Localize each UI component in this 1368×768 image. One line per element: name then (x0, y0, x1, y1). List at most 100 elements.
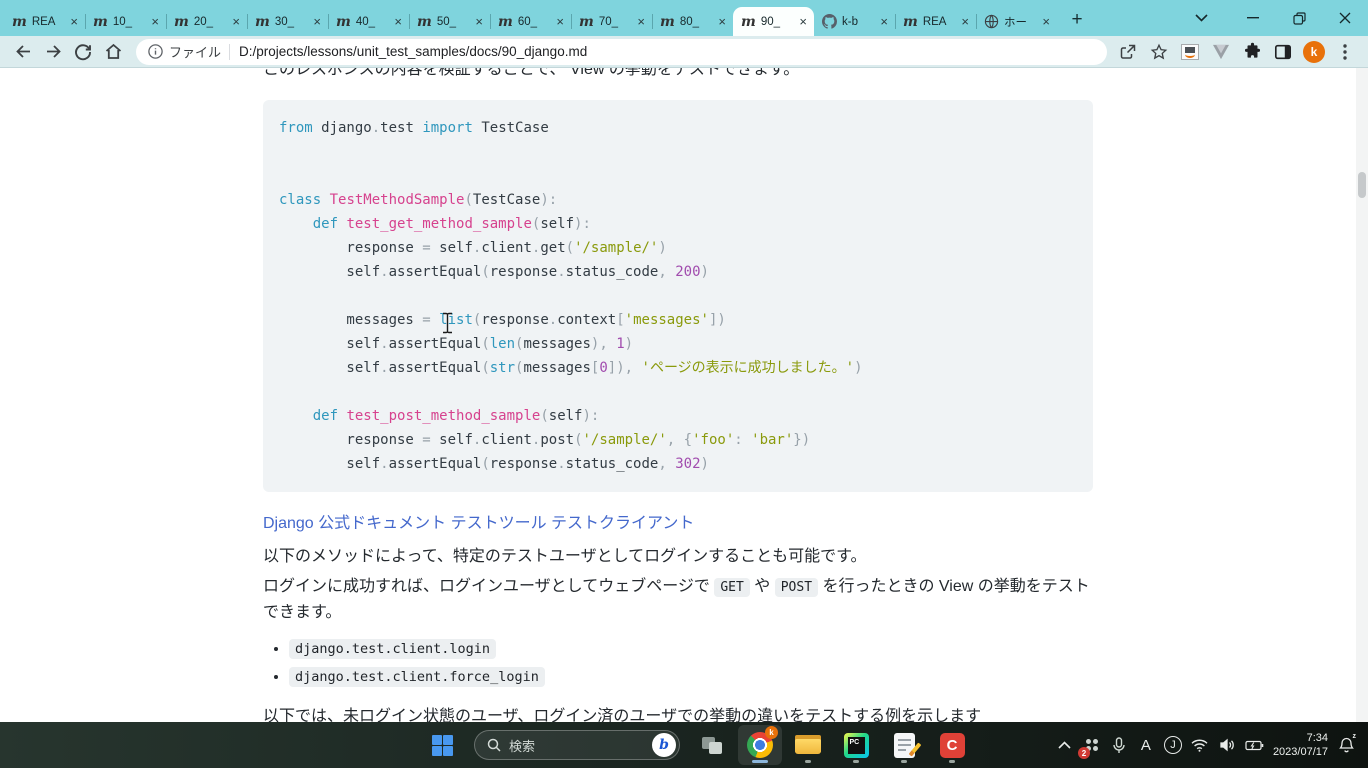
tray-chevron-up-icon[interactable] (1056, 730, 1074, 760)
paragraph-login-methods: 以下のメソッドによって、特定のテストユーザとしてログインすることも可能です。 (263, 545, 867, 569)
list-item: django.test.client.login (289, 635, 545, 663)
code-line: self.assertEqual(str(messages[0]), 'ページの… (279, 356, 1077, 380)
taskbar-chrome[interactable]: k (738, 725, 782, 765)
reload-button[interactable] (68, 38, 98, 66)
taskbar-camtasia[interactable]: C (930, 725, 974, 765)
minimize-button[interactable] (1230, 0, 1276, 36)
browser-tab[interactable]: m30_× (247, 7, 328, 36)
markdown-icon: m (255, 15, 270, 29)
code-line: response = self.client.get('/sample/') (279, 236, 1077, 260)
tab-close-icon[interactable]: × (1041, 15, 1051, 28)
code-line (279, 380, 1077, 404)
battery-icon[interactable] (1245, 730, 1264, 760)
vue-devtools-icon[interactable] (1210, 41, 1232, 63)
task-view-icon (702, 737, 722, 754)
browser-tab[interactable]: m80_× (652, 7, 733, 36)
tab-close-icon[interactable]: × (798, 15, 808, 28)
windows-taskbar: 検索 b k PC C (0, 722, 1368, 768)
clipped-bottom-paragraph: 以下では、未ログイン状態のユーザ、ログイン済のユーザでの挙動の違いをテストする例… (263, 705, 981, 722)
browser-tab[interactable]: m70_× (571, 7, 652, 36)
wifi-icon[interactable] (1191, 730, 1209, 760)
system-tray: 2 A J 7:34 2023/07/17 (1056, 722, 1368, 768)
tab-close-icon[interactable]: × (555, 15, 565, 28)
maximize-restore-button[interactable] (1276, 0, 1322, 36)
new-tab-button[interactable]: + (1063, 5, 1091, 33)
running-indicator (805, 760, 811, 763)
scrollbar-thumb[interactable] (1358, 172, 1366, 198)
tab-label: 80_ (680, 16, 718, 28)
tab-close-icon[interactable]: × (474, 15, 484, 28)
camtasia-icon: C (940, 733, 965, 758)
browser-tab[interactable]: m90_× (733, 7, 814, 36)
markdown-document: このレスポンスの内容を検証することで、 View の挙動をテストできます。 fr… (263, 68, 1093, 722)
tray-app-grid-icon[interactable]: 2 (1083, 730, 1101, 760)
browser-tab[interactable]: ホー× (976, 7, 1057, 36)
home-button[interactable] (98, 38, 128, 66)
tray-app-icon[interactable]: J (1164, 730, 1182, 760)
tab-label: REA (923, 16, 961, 28)
tray-clock[interactable]: 7:34 2023/07/17 (1273, 730, 1328, 760)
taskbar-pycharm[interactable]: PC (834, 725, 878, 765)
start-button[interactable] (420, 725, 464, 765)
markdown-icon: m (174, 15, 189, 29)
share-icon[interactable] (1117, 41, 1139, 63)
extensions-puzzle-icon[interactable] (1241, 41, 1263, 63)
tab-close-icon[interactable]: × (231, 15, 241, 28)
github-icon (822, 14, 837, 29)
windows-logo-icon (432, 735, 453, 756)
tab-close-icon[interactable]: × (150, 15, 160, 28)
tab-close-icon[interactable]: × (636, 15, 646, 28)
tab-search-chevron-icon[interactable] (1184, 0, 1218, 36)
browser-tab[interactable]: m50_× (409, 7, 490, 36)
chrome-profile-badge: k (765, 726, 778, 739)
forward-button[interactable] (38, 38, 68, 66)
taskbar-notepad[interactable] (882, 725, 926, 765)
vertical-scrollbar[interactable] (1356, 68, 1368, 722)
notepad-icon (894, 733, 915, 758)
back-button[interactable] (8, 38, 38, 66)
markdown-icon: m (579, 15, 594, 29)
tab-label: k-b (842, 16, 879, 28)
markdown-icon: m (336, 15, 351, 29)
browser-tab[interactable]: mREA× (895, 7, 976, 36)
profile-avatar[interactable]: k (1303, 41, 1325, 63)
markdown-viewer-extension-icon[interactable] (1179, 41, 1201, 63)
browser-tab[interactable]: mREA× (4, 7, 85, 36)
page-info-icon[interactable] (148, 44, 163, 59)
task-view-button[interactable] (690, 725, 734, 765)
browser-tab[interactable]: m60_× (490, 7, 571, 36)
inline-code-get: GET (714, 578, 749, 597)
tab-close-icon[interactable]: × (69, 15, 79, 28)
browser-menu-icon[interactable] (1334, 41, 1356, 63)
tab-close-icon[interactable]: × (312, 15, 322, 28)
code-line: class TestMethodSample(TestCase): (279, 188, 1077, 212)
address-bar[interactable]: ファイル D:/projects/lessons/unit_test_sampl… (136, 39, 1107, 65)
microphone-icon[interactable] (1110, 730, 1128, 760)
tab-close-icon[interactable]: × (879, 15, 889, 28)
browser-tab[interactable]: m40_× (328, 7, 409, 36)
django-docs-link[interactable]: Django 公式ドキュメント テストツール テストクライアント (263, 509, 694, 533)
browser-tab[interactable]: m20_× (166, 7, 247, 36)
inline-code: django.test.client.force_login (289, 667, 545, 687)
markdown-icon: m (12, 15, 27, 29)
taskbar-file-explorer[interactable] (786, 725, 830, 765)
markdown-icon: m (93, 15, 108, 29)
tab-close-icon[interactable]: × (960, 15, 970, 28)
tab-strip-tabs: mREA×m10_×m20_×m30_×m40_×m50_×m60_×m70_×… (0, 0, 1057, 36)
tab-close-icon[interactable]: × (717, 15, 727, 28)
browser-tab[interactable]: k-b× (814, 7, 895, 36)
browser-tab[interactable]: m10_× (85, 7, 166, 36)
side-panel-icon[interactable] (1272, 41, 1294, 63)
volume-icon[interactable] (1218, 730, 1236, 760)
close-window-button[interactable] (1322, 0, 1368, 36)
notification-bell-icon[interactable]: z (1337, 730, 1355, 760)
bookmark-star-icon[interactable] (1148, 41, 1170, 63)
taskbar-search[interactable]: 検索 b (474, 730, 680, 760)
url-text[interactable]: D:/projects/lessons/unit_test_samples/do… (239, 44, 587, 59)
ime-mode-indicator[interactable]: A (1137, 730, 1155, 760)
tab-close-icon[interactable]: × (393, 15, 403, 28)
code-line: self.assertEqual(response.status_code, 2… (279, 260, 1077, 284)
tab-label: 90_ (761, 16, 799, 28)
inline-code: django.test.client.login (289, 639, 496, 659)
pycharm-icon: PC (844, 733, 869, 758)
